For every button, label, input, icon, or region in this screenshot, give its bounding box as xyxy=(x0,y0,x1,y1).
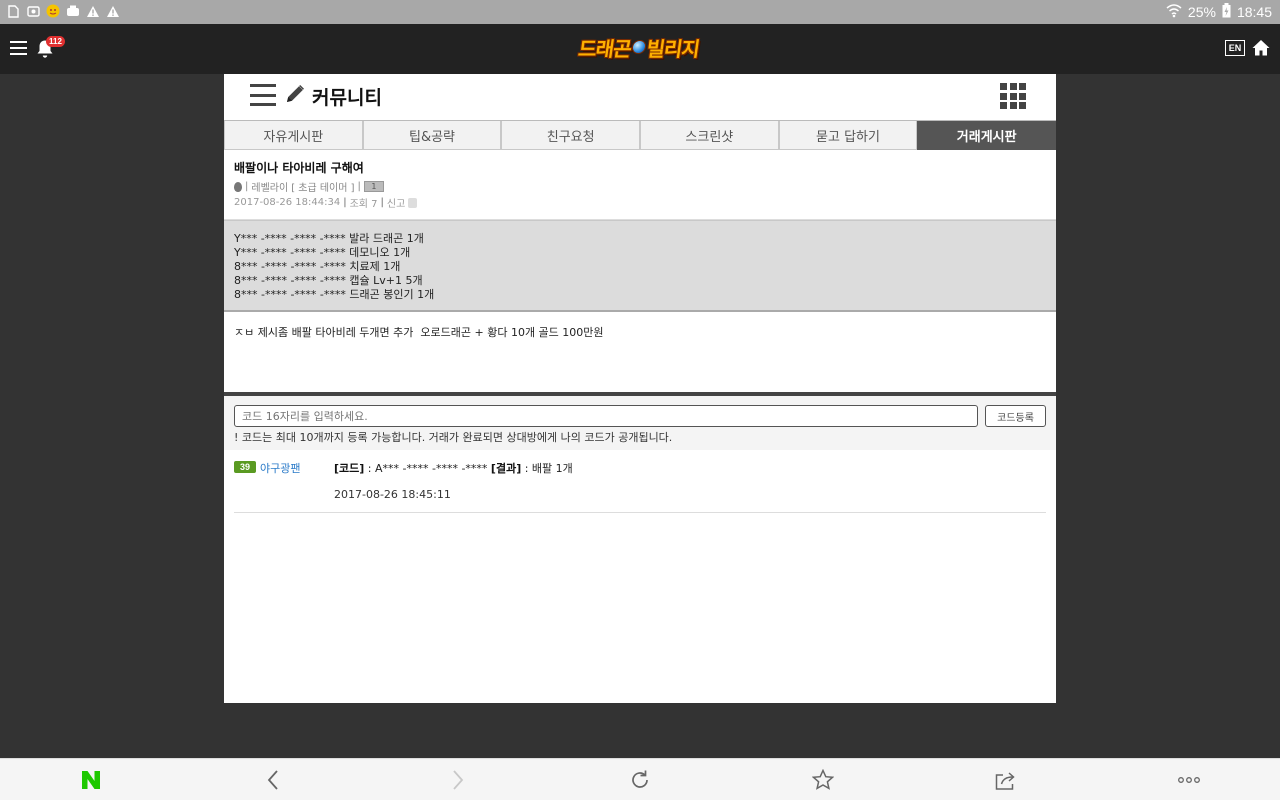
trade-code-list: Y*** -**** -**** -**** 발라 드래곤 1개 Y*** -*… xyxy=(224,220,1056,312)
trade-code-item: Y*** -**** -**** -**** 발라 드래곤 1개 xyxy=(234,232,424,245)
more-options-icon[interactable] xyxy=(1176,767,1202,793)
game-icon xyxy=(66,4,80,18)
forward-arrow-icon[interactable] xyxy=(445,767,471,793)
share-icon[interactable] xyxy=(993,767,1019,793)
comment-username[interactable]: 야구광팬 xyxy=(260,460,300,476)
pencil-icon[interactable] xyxy=(284,83,306,105)
tab-qna[interactable]: 묻고 답하기 xyxy=(778,121,918,150)
dragon-village-logo[interactable]: 드래곤 빌리지 xyxy=(574,32,704,62)
divider: | xyxy=(245,181,249,192)
language-button[interactable]: EN xyxy=(1225,40,1245,56)
sim-icon xyxy=(6,4,20,18)
grid-menu-icon[interactable] xyxy=(1000,83,1026,109)
tab-friend-request[interactable]: 친구요청 xyxy=(501,121,641,150)
post-meta: 2017-08-26 18:44:34 | 조회 7 | 신고 xyxy=(234,195,418,210)
refresh-icon[interactable] xyxy=(627,767,653,793)
logo-text-left: 드래곤 xyxy=(576,36,633,61)
report-link[interactable]: 신고 xyxy=(387,195,405,210)
back-arrow-icon[interactable] xyxy=(260,767,286,793)
naver-n-icon[interactable] xyxy=(78,767,104,793)
result-label: [결과] xyxy=(490,462,522,475)
tab-tips[interactable]: 팁&공략 xyxy=(362,121,502,150)
divider: | xyxy=(357,181,361,192)
register-code-button[interactable]: 코드등록 xyxy=(985,405,1046,427)
comment-body: [코드] : A*** -**** -**** -**** [결과] : 배팔 … xyxy=(334,460,573,476)
result-value: : 배팔 1개 xyxy=(524,462,573,475)
tab-screenshot[interactable]: 스크린샷 xyxy=(640,121,779,150)
author-name[interactable]: 레벨라이 xyxy=(251,179,288,194)
page-title: 커뮤니티 xyxy=(312,87,382,109)
post-author: | 레벨라이 [ 초급 테이머 ] | 1 xyxy=(234,179,384,194)
status-icons-left xyxy=(6,4,120,18)
trade-code-item: 8*** -**** -**** -**** 치료제 1개 xyxy=(234,260,401,273)
tab-trade-board[interactable]: 거래게시판 xyxy=(917,121,1057,150)
trade-code-item: Y*** -**** -**** -**** 데모니오 1개 xyxy=(234,246,411,259)
trade-code-item: 8*** -**** -**** -**** 드래곤 봉인기 1개 xyxy=(234,288,435,301)
app-emoji-icon xyxy=(46,4,60,18)
comment-item: 39 야구광팬 [코드] : A*** -**** -**** -**** [결… xyxy=(234,450,1046,513)
report-icon[interactable] xyxy=(408,197,418,208)
author-rank: [ 초급 테이머 ] xyxy=(291,183,355,194)
code-entry-section: 코드등록 ! 코드는 최대 10개까지 등록 가능합니다. 거래가 완료되면 상… xyxy=(224,396,1056,450)
screenshot-icon xyxy=(26,4,40,18)
browser-bottom-nav xyxy=(0,758,1280,800)
battery-percent: 25% xyxy=(1187,4,1216,20)
tab-free-board[interactable]: 자유게시판 xyxy=(224,121,363,150)
code-input[interactable] xyxy=(234,405,978,427)
post-body: ㅈㅂ 제시좀 배팔 타아비레 두개면 추가 오로드래곤 + 황다 10개 골드 … xyxy=(224,314,1056,392)
clock: 18:45 xyxy=(1236,4,1272,20)
warning-icon xyxy=(106,4,120,18)
status-icons-right: 25% 18:45 xyxy=(1166,3,1272,21)
comment-date: 2017-08-26 18:45:11 xyxy=(334,488,451,501)
code-label: [코드] xyxy=(334,462,365,475)
warning-icon xyxy=(86,4,100,18)
code-notice: ! 코드는 최대 10개까지 등록 가능합니다. 거래가 완료되면 상대방에게 … xyxy=(234,431,673,444)
divider: | xyxy=(380,197,384,208)
board-tabs: 자유게시판 팁&공략 친구요청 스크린샷 묻고 답하기 거래게시판 xyxy=(224,120,1057,150)
community-title-bar: 커뮤니티 xyxy=(224,74,1056,120)
notification-count-badge: 112 xyxy=(46,36,65,47)
home-icon[interactable] xyxy=(1251,38,1271,58)
board-menu-icon[interactable] xyxy=(250,84,276,106)
community-panel: 커뮤니티 자유게시판 팁&공략 친구요청 스크린샷 묻고 답하기 거래게시판 배… xyxy=(224,74,1057,703)
author-level-chip: 1 xyxy=(363,181,384,192)
trade-code-item: 8*** -**** -**** -**** 캡슐 Lv+1 5개 xyxy=(234,274,423,287)
post-header: 배팔이나 타아비레 구해여 | 레벨라이 [ 초급 테이머 ] | 1 2017… xyxy=(224,150,1056,220)
app-header: 112 드래곤 빌리지 EN xyxy=(0,24,1280,74)
user-level-badge: 39 xyxy=(234,461,256,473)
status-bar: 25% 18:45 xyxy=(0,0,1280,24)
egg-icon xyxy=(234,181,242,192)
logo-orb-icon xyxy=(631,40,647,54)
bookmark-star-icon[interactable] xyxy=(810,767,836,793)
battery-icon xyxy=(1222,3,1231,21)
post-datetime: 2017-08-26 18:44:34 xyxy=(234,197,341,208)
post-title: 배팔이나 타아비레 구해여 xyxy=(234,161,364,175)
menu-icon[interactable] xyxy=(10,41,27,55)
post-views: 조회 7 xyxy=(349,199,378,210)
divider: | xyxy=(343,197,347,208)
wifi-icon xyxy=(1166,3,1182,21)
logo-text-right: 빌리지 xyxy=(645,36,701,61)
code-value: : A*** -**** -**** -**** xyxy=(367,462,488,475)
